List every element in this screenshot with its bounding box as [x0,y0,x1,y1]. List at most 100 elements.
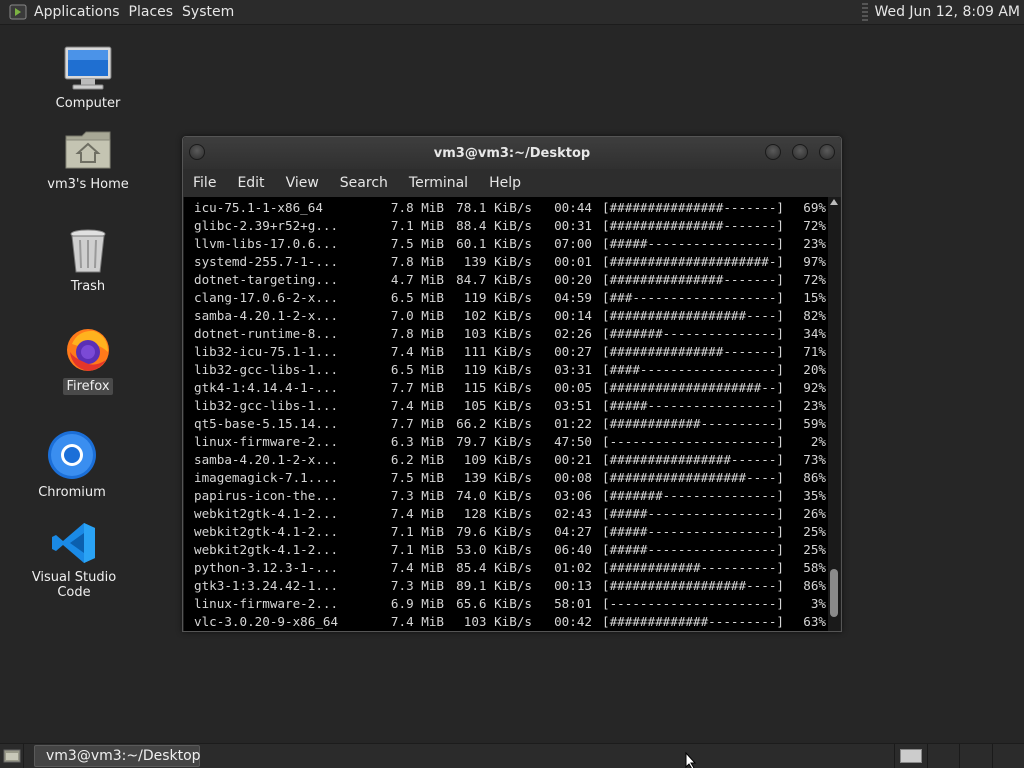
desktop-icon-label: Visual Studio Code [31,570,117,600]
desktop-icon-chromium[interactable]: Chromium [12,430,132,501]
download-size: 6.3 MiB [390,434,444,449]
desktop-icon-home[interactable]: vm3's Home [28,128,148,193]
clock[interactable]: Wed Jun 12, 8:09 AM [874,4,1020,20]
download-pct: 20% [803,362,826,377]
download-bar: [#####-----------------] [602,236,784,251]
terminal-line: gtk4-1:4.14.4-1-... 7.7 MiB 115 KiB/s 00:05… [194,379,826,397]
download-name: imagemagick-7.1.... [194,470,339,485]
download-rate: 85.4 KiB/s [456,560,532,575]
download-name: llvm-libs-17.0.6... [194,236,339,251]
scroll-up-icon[interactable] [830,199,838,205]
download-bar: [###-------------------] [602,290,784,305]
download-bar: [####------------------] [602,362,784,377]
download-size: 7.4 MiB [390,560,444,575]
workspace-3[interactable] [959,744,992,768]
desktop-icon-trash[interactable]: Trash [28,228,148,295]
download-size: 7.3 MiB [390,488,444,503]
menu-view[interactable]: View [286,175,319,191]
download-eta: 01:22 [554,416,592,431]
workspace-4[interactable] [991,744,1024,768]
download-eta: 47:50 [554,434,592,449]
download-eta: 04:59 [554,290,592,305]
workspace-1[interactable] [894,744,927,768]
download-name: icu-75.1-1-x86_64 [194,200,323,215]
download-bar: [###############-------] [602,344,784,359]
download-bar: [################------] [602,452,784,467]
workspace-2[interactable] [926,744,960,768]
scrollbar-thumb[interactable] [830,569,838,617]
download-eta: 03:31 [554,362,592,377]
terminal-scrollbar[interactable] [828,197,840,631]
terminal-line: webkit2gtk-4.1-2... 7.4 MiB 128 KiB/s 02:43… [194,505,826,523]
terminal-line: qt5-base-5.15.14... 7.7 MiB 66.2 KiB/s 01:2… [194,415,826,433]
maximize-icon[interactable] [792,144,808,160]
download-name: python-3.12.3-1-... [194,560,339,575]
download-pct: 69% [803,200,826,215]
terminal-line: clang-17.0.6-2-x... 6.5 MiB 119 KiB/s 04:59… [194,289,826,307]
taskbar-window-label: vm3@vm3:~/Desktop [46,748,201,764]
download-rate: 105 KiB/s [463,398,532,413]
download-name: clang-17.0.6-2-x... [194,290,339,305]
desktop-icon-firefox[interactable]: Firefox [28,326,148,395]
minimize-icon[interactable] [765,144,781,160]
window-menu-icon[interactable] [189,144,205,160]
download-eta: 00:20 [554,272,592,287]
download-eta: 00:13 [554,578,592,593]
download-pct: 73% [803,452,826,467]
download-rate: 79.7 KiB/s [456,434,532,449]
applications-menu-icon[interactable] [8,2,28,22]
download-rate: 103 KiB/s [463,326,532,341]
download-rate: 109 KiB/s [463,452,532,467]
menu-file[interactable]: File [193,175,216,191]
terminal-line: samba-4.20.1-2-x... 7.0 MiB 102 KiB/s 00:14… [194,307,826,325]
download-pct: 71% [803,344,826,359]
menu-edit[interactable]: Edit [237,175,264,191]
system-menu[interactable]: System [182,4,234,20]
applications-menu[interactable]: Applications [34,4,120,20]
terminal-line: llvm-libs-17.0.6... 7.5 MiB 60.1 KiB/s 07:0… [194,235,826,253]
download-pct: 35% [803,488,826,503]
download-bar: [############----------] [602,416,784,431]
download-name: papirus-icon-the... [194,488,339,503]
terminal-output[interactable]: icu-75.1-1-x86_64 7.8 MiB 78.1 KiB/s 00:44 [… [184,197,840,631]
firefox-icon [67,329,109,371]
places-menu[interactable]: Places [129,4,174,20]
download-name: systemd-255.7-1-... [194,254,339,269]
download-eta: 03:51 [554,398,592,413]
download-bar: [#############---------] [602,614,784,629]
terminal-line: gtk3-1:3.24.42-1... 7.3 MiB 89.1 KiB/s 00:1… [194,577,826,595]
menu-help[interactable]: Help [489,175,521,191]
download-size: 7.3 MiB [390,578,444,593]
desktop-icon-computer[interactable]: Computer [28,45,148,112]
download-pct: 25% [803,524,826,539]
download-name: lib32-gcc-libs-1... [194,362,339,377]
download-rate: 74.0 KiB/s [456,488,532,503]
show-desktop-button[interactable] [0,743,24,768]
download-size: 7.1 MiB [390,524,444,539]
download-rate: 79.6 KiB/s [456,524,532,539]
taskbar-window-button[interactable]: vm3@vm3:~/Desktop [34,745,201,767]
terminal-line: papirus-icon-the... 7.3 MiB 74.0 KiB/s 03:0… [194,487,826,505]
download-name: dotnet-targeting... [194,272,339,287]
download-pct: 25% [803,542,826,557]
download-rate: 88.4 KiB/s [456,218,532,233]
menu-search[interactable]: Search [340,175,388,191]
desktop-icon-label: Firefox [63,378,113,395]
panel-grip-icon[interactable] [862,3,869,21]
mouse-pointer-icon [685,752,697,768]
download-eta: 00:44 [554,200,592,215]
download-rate: 53.0 KiB/s [456,542,532,557]
terminal-line: webkit2gtk-4.1-2... 7.1 MiB 53.0 KiB/s 06:4… [194,541,826,559]
desktop-icon-vscode[interactable]: Visual Studio Code [14,521,134,601]
download-size: 6.2 MiB [390,452,444,467]
download-bar: [##################----] [602,578,784,593]
terminal-titlebar[interactable]: vm3@vm3:~/Desktop [183,137,841,169]
download-pct: 26% [803,506,826,521]
download-size: 4.7 MiB [390,272,444,287]
close-icon[interactable] [819,144,835,160]
menu-terminal[interactable]: Terminal [409,175,468,191]
download-pct: 92% [803,380,826,395]
download-size: 7.7 MiB [390,416,444,431]
terminal-window[interactable]: vm3@vm3:~/Desktop File Edit View Search … [182,136,842,632]
download-eta: 07:00 [554,236,592,251]
